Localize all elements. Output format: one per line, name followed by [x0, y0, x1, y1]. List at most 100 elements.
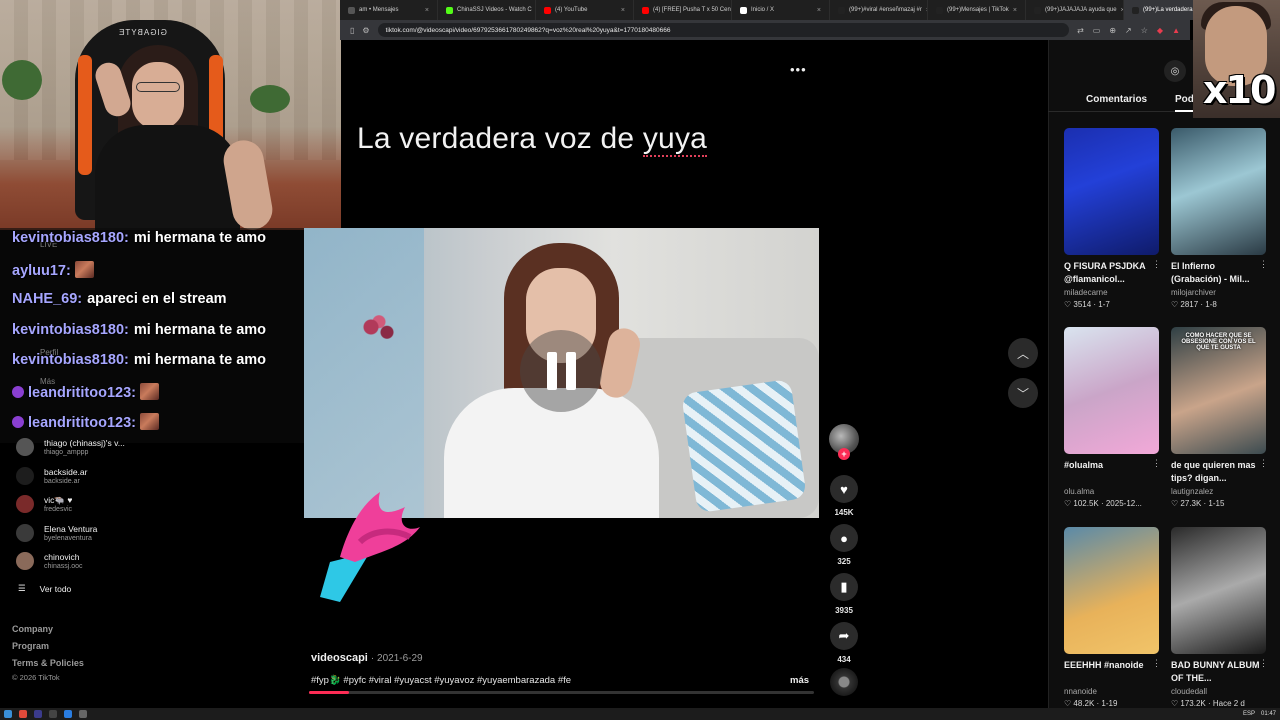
more-caption-button[interactable]: más [790, 675, 809, 686]
card-title[interactable]: EEEHHH #nanoide [1064, 659, 1159, 685]
video-thumbnail[interactable] [1064, 128, 1159, 255]
chat-username[interactable]: kevintobias8180: [12, 352, 129, 368]
chat-username[interactable]: NAHE_69: [12, 291, 82, 307]
related-video-card[interactable]: COMO HACER QUE SE OBSESIONE CON VOS EL Q… [1171, 327, 1268, 508]
author-name[interactable]: videoscapi [311, 652, 368, 664]
tab-label: (99+)Mensajes | TikTok [947, 7, 1009, 13]
obs-taskbar-icon[interactable] [79, 710, 87, 718]
chat-username[interactable]: leandrititoo123: [28, 415, 136, 431]
tab-close-icon[interactable]: × [425, 7, 429, 14]
card-menu-icon[interactable]: ⋮ [1152, 658, 1161, 669]
like-action[interactable]: ♥ 145K [829, 475, 859, 517]
browser-tab-bar: am • Mensajes×ChinaSSJ Videos - Watch C×… [340, 0, 1280, 20]
tab-comments[interactable]: Comentarios [1086, 94, 1147, 105]
video-hashtags[interactable]: #fyp🐉 #pyfc #viral #yuyacst #yuyavoz #yu… [311, 675, 571, 686]
tab-close-icon[interactable]: × [1013, 7, 1017, 14]
related-video-card[interactable]: Q FISURA PSJDKA @flamanicol... miladecarn… [1064, 128, 1161, 309]
following-account[interactable]: Elena Ventura byelenaventura [16, 519, 296, 547]
tab-close-icon[interactable]: × [621, 7, 625, 14]
streamer-body [95, 125, 240, 230]
video-thumbnail[interactable]: COMO HACER QUE SE OBSESIONE CON VOS EL Q… [1171, 327, 1266, 454]
panel-compass-icon[interactable]: ◎ [1164, 60, 1186, 82]
star-icon[interactable]: ☆ [1141, 26, 1148, 35]
related-video-card[interactable]: BAD BUNNY ALBUM OF THE... cloudedall ♡ 173… [1171, 527, 1268, 708]
chat-emote-icon [74, 260, 94, 278]
video-thumbnail[interactable] [1171, 128, 1266, 255]
bookmark-save-icon[interactable]: ▮ [830, 573, 858, 601]
card-menu-icon[interactable]: ⋮ [1152, 458, 1161, 469]
folder-taskbar-icon[interactable] [49, 710, 57, 718]
tray-time[interactable]: 01:47 [1261, 711, 1276, 717]
footer-company-link[interactable]: Company [12, 624, 53, 634]
following-account[interactable]: vic🐃 ♥ fredesvic [16, 490, 296, 518]
card-title[interactable]: #olualma [1064, 459, 1159, 485]
card-menu-icon[interactable]: ⋮ [1152, 259, 1161, 270]
card-author[interactable]: miladecarne [1064, 288, 1159, 297]
footer-program-link[interactable]: Program [12, 641, 49, 651]
related-video-card[interactable]: EEEHHH #nanoide nnanoide ♡ 48.2K · 1-19 ⋮ [1064, 527, 1161, 708]
video-thumbnail[interactable] [1064, 527, 1159, 654]
previous-video-button[interactable]: ︿ [1008, 338, 1038, 368]
save-action[interactable]: ▮ 3935 [829, 573, 859, 615]
related-video-card[interactable]: El Infierno (Grabación) - Mil... milojarc… [1171, 128, 1268, 309]
following-account[interactable]: thiago (chinassj)'s v... thiago_amppp [16, 433, 296, 461]
card-author[interactable]: cloudedall [1171, 687, 1266, 696]
zoom-icon[interactable]: ⊕ [1109, 26, 1116, 35]
card-menu-icon[interactable]: ⋮ [1259, 259, 1268, 270]
share-arrow-icon[interactable]: ➦ [830, 622, 858, 650]
brave-taskbar-icon[interactable] [19, 710, 27, 718]
tray-lang[interactable]: ESP [1243, 711, 1255, 717]
share-icon[interactable]: ↗ [1125, 26, 1132, 35]
translate-icon[interactable]: ⇄ [1077, 26, 1084, 35]
url-field[interactable]: tiktok.com/@videoscapi/video/69792536617… [377, 23, 1070, 37]
more-options-icon[interactable]: ••• [790, 62, 807, 77]
progress-track[interactable] [309, 691, 814, 694]
tab-close-icon[interactable]: × [817, 7, 821, 14]
discord-taskbar-icon[interactable] [64, 710, 72, 718]
card-author[interactable]: nnanoide [1064, 687, 1159, 696]
windows-start-icon[interactable] [4, 710, 12, 718]
card-menu-icon[interactable]: ⋮ [1259, 658, 1268, 669]
following-account[interactable]: backside.ar backside.ar [16, 462, 296, 490]
comment-icon[interactable]: ● [830, 524, 858, 552]
card-title[interactable]: de que quieren mas tips? digan... [1171, 459, 1266, 485]
browser-tab[interactable]: ChinaSSJ Videos - Watch C× [438, 0, 536, 20]
browser-tab[interactable]: Inicio / X × [732, 0, 830, 20]
music-disc-icon[interactable] [830, 668, 858, 696]
browser-tab[interactable]: am • Mensajes × [340, 0, 438, 20]
site-info-icon[interactable]: ⚙ [362, 26, 369, 35]
chat-username[interactable]: ayluu17: [12, 263, 71, 279]
video-thumbnail[interactable] [1064, 327, 1159, 454]
following-account[interactable]: chinovich chinassj.ooc [16, 547, 296, 575]
card-title[interactable]: Q FISURA PSJDKA @flamanicol... [1064, 260, 1159, 286]
cast-icon[interactable]: ▭ [1093, 26, 1101, 35]
browser-tab[interactable]: (4) YouTube × [536, 0, 634, 20]
follow-plus-icon[interactable]: + [838, 448, 850, 460]
share-action[interactable]: ➦ 434 [829, 622, 859, 664]
browser-tab[interactable]: (99+)#viral #enseñmazaj #r× [830, 0, 928, 20]
comment-action[interactable]: ● 325 [829, 524, 859, 566]
chat-username[interactable]: kevintobias8180: [12, 322, 129, 338]
related-video-card[interactable]: #olualma olu.alma ♡ 102.5K · 2025-12... ⋮ [1064, 327, 1161, 508]
extension-icon[interactable]: ◆ [1157, 26, 1163, 35]
alert-icon[interactable]: ▲ [1172, 26, 1180, 35]
card-author[interactable]: olu.alma [1064, 487, 1159, 496]
chat-username[interactable]: leandrititoo123: [28, 385, 136, 401]
heart-icon[interactable]: ♥ [830, 475, 858, 503]
app-taskbar-icon[interactable] [34, 710, 42, 718]
card-menu-icon[interactable]: ⋮ [1259, 458, 1268, 469]
next-video-button[interactable]: ﹀ [1008, 378, 1038, 408]
card-title[interactable]: El Infierno (Grabación) - Mil... [1171, 260, 1266, 286]
pause-button[interactable] [520, 330, 602, 412]
see-all-button[interactable]: ☰ Ver todo [18, 583, 71, 594]
bookmark-icon[interactable]: ▯ [350, 26, 354, 35]
browser-tab[interactable]: (4) [FREE] Pusha T x 50 Cen× [634, 0, 732, 20]
browser-tab[interactable]: (99+)Mensajes | TikTok × [928, 0, 1026, 20]
footer-terms-link[interactable]: Terms & Policies [12, 658, 84, 668]
card-author[interactable]: milojarchiver [1171, 288, 1266, 297]
video-thumbnail[interactable] [1171, 527, 1266, 654]
card-title[interactable]: BAD BUNNY ALBUM OF THE... [1171, 659, 1266, 685]
card-author[interactable]: lautignzalez [1171, 487, 1266, 496]
chat-username[interactable]: kevintobias8180: [12, 230, 129, 246]
browser-tab[interactable]: (99+)JAJAJAJA ayuda que× [1026, 0, 1124, 20]
